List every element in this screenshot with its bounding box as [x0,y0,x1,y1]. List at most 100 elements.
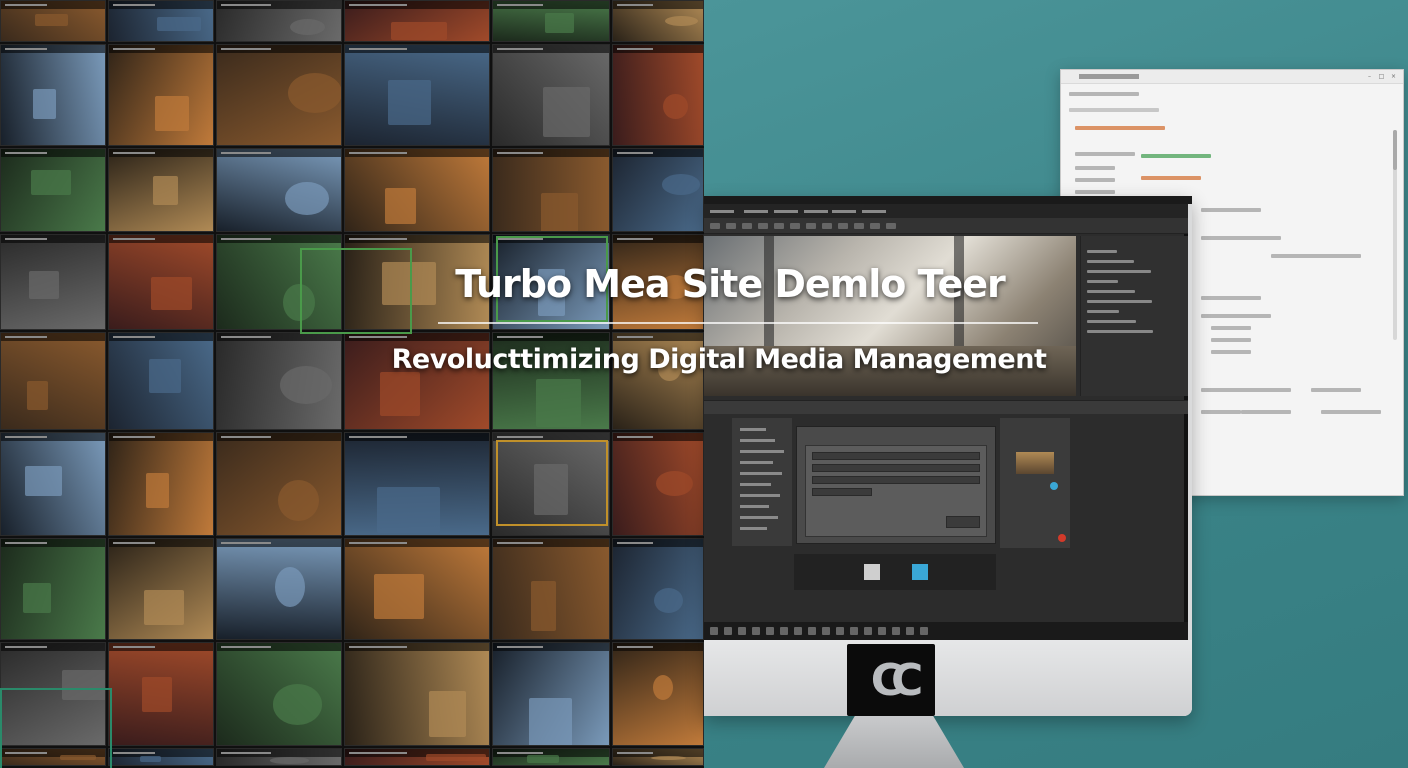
media-thumbnail[interactable] [344,642,490,746]
asset-list-row[interactable] [740,472,782,475]
media-thumbnail[interactable] [612,642,704,746]
toolbar-button[interactable] [886,223,896,229]
menubar-item[interactable] [774,210,798,213]
asset-list-row[interactable] [740,428,766,431]
menubar-item[interactable] [832,210,856,213]
media-thumbnail[interactable] [344,432,490,536]
asset-thumbnail[interactable] [1016,452,1054,474]
toolbar-button[interactable] [726,223,736,229]
media-thumbnail[interactable] [0,148,106,232]
taskbar-app-icon[interactable] [850,627,858,635]
close-icon[interactable]: × [1390,73,1397,80]
dialog-field[interactable] [812,476,980,484]
record-icon[interactable] [1058,534,1066,542]
taskbar-app-icon[interactable] [794,627,802,635]
toolbar-button[interactable] [822,223,832,229]
media-thumbnail[interactable] [492,642,610,746]
media-thumbnail[interactable] [108,44,214,146]
toolbar-button[interactable] [742,223,752,229]
media-thumbnail[interactable] [492,748,610,766]
taskbar-app-icon[interactable] [822,627,830,635]
asset-list-row[interactable] [740,505,769,508]
media-thumbnail[interactable] [612,432,704,536]
dialog-field[interactable] [812,464,980,472]
dialog-field[interactable] [812,452,980,460]
taskbar-app-icon[interactable] [808,627,816,635]
media-thumbnail[interactable] [0,538,106,640]
toolbar-button[interactable] [758,223,768,229]
media-thumbnail[interactable] [0,0,106,42]
taskbar-app-icon[interactable] [766,627,774,635]
media-thumbnail[interactable] [108,748,214,766]
media-thumbnail[interactable] [216,44,342,146]
toolbar-button[interactable] [790,223,800,229]
media-thumbnail[interactable] [108,642,214,746]
taskbar-app-icon[interactable] [892,627,900,635]
media-thumbnail[interactable] [492,0,610,42]
menubar-item[interactable] [862,210,886,213]
settings-scrollbar-thumb[interactable] [1393,130,1397,170]
toolbar-button[interactable] [806,223,816,229]
toolbar-button[interactable] [854,223,864,229]
media-thumbnail[interactable] [216,0,342,42]
media-thumbnail[interactable] [0,234,106,330]
media-thumbnail[interactable] [216,538,342,640]
taskbar-app-icon[interactable] [738,627,746,635]
media-thumbnail[interactable] [0,432,106,536]
taskbar-app-icon[interactable] [724,627,732,635]
taskbar-app-icon[interactable] [878,627,886,635]
media-thumbnail[interactable] [344,148,490,232]
media-thumbnail[interactable] [216,432,342,536]
media-thumbnail[interactable] [344,538,490,640]
asset-list-row[interactable] [740,461,773,464]
taskbar-app-icon[interactable] [780,627,788,635]
media-thumbnail[interactable] [612,538,704,640]
media-thumbnail[interactable] [612,148,704,232]
media-thumbnail[interactable] [492,148,610,232]
dialog-field[interactable] [812,488,872,496]
media-thumbnail[interactable] [612,748,704,766]
menubar-item[interactable] [744,210,768,213]
media-thumbnail[interactable] [344,748,490,766]
media-thumbnail[interactable] [0,332,106,430]
media-thumbnail[interactable] [344,44,490,146]
media-thumbnail[interactable] [216,148,342,232]
media-thumbnail[interactable] [216,748,342,766]
media-thumbnail[interactable] [492,44,610,146]
toolbar-button[interactable] [838,223,848,229]
media-thumbnail[interactable] [108,0,214,42]
maximize-icon[interactable]: □ [1378,73,1385,80]
media-thumbnail[interactable] [108,234,214,330]
taskbar-app-icon[interactable] [864,627,872,635]
asset-list-row[interactable] [740,527,767,530]
swatch-blue[interactable] [912,564,928,580]
media-thumbnail[interactable] [0,44,106,146]
asset-list-row[interactable] [740,494,780,497]
taskbar-app-icon[interactable] [710,627,718,635]
media-thumbnail[interactable] [108,148,214,232]
taskbar-app-icon[interactable] [752,627,760,635]
asset-list-row[interactable] [740,439,775,442]
toolbar-button[interactable] [774,223,784,229]
media-thumbnail[interactable] [216,332,342,430]
menubar-item[interactable] [804,210,828,213]
toolbar-button[interactable] [870,223,880,229]
asset-list-row[interactable] [740,483,771,486]
taskbar-app-icon[interactable] [920,627,928,635]
asset-list-row[interactable] [740,450,784,453]
media-thumbnail[interactable] [216,642,342,746]
minimize-icon[interactable]: – [1366,73,1373,80]
media-thumbnail[interactable] [612,0,704,42]
media-thumbnail[interactable] [108,432,214,536]
settings-scrollbar[interactable] [1393,130,1397,340]
media-thumbnail[interactable] [344,0,490,42]
timeline-bar[interactable] [704,400,1188,414]
media-thumbnail[interactable] [108,332,214,430]
asset-list-row[interactable] [740,516,778,519]
menubar-item[interactable] [710,210,734,213]
swatch-light[interactable] [864,564,880,580]
toolbar-button[interactable] [710,223,720,229]
media-thumbnail[interactable] [612,44,704,146]
media-thumbnail[interactable] [108,538,214,640]
taskbar-app-icon[interactable] [906,627,914,635]
